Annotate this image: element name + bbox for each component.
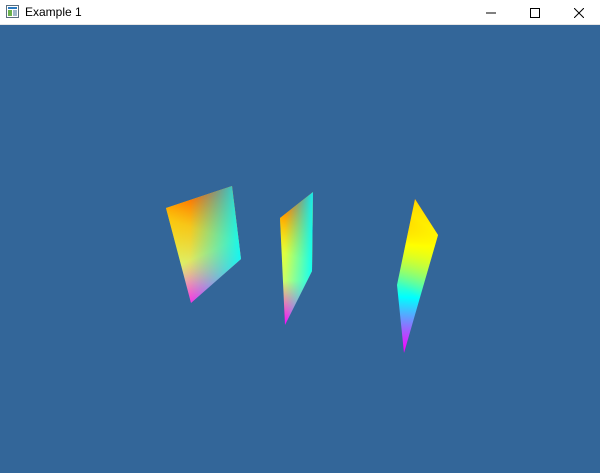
maximize-icon	[530, 7, 540, 18]
minimize-icon	[486, 12, 496, 13]
colored-quad-2	[280, 192, 313, 325]
scene-canvas	[166, 186, 438, 353]
minimize-button[interactable]	[468, 0, 514, 25]
app-window-icon	[6, 5, 19, 18]
close-icon	[574, 7, 584, 18]
colored-quad-1	[166, 186, 241, 303]
window-title: Example 1	[25, 5, 82, 19]
colored-quad-3	[397, 199, 438, 353]
close-button[interactable]	[556, 0, 600, 25]
maximize-button[interactable]	[512, 0, 558, 25]
app-window: Example 1	[0, 0, 600, 473]
title-bar[interactable]: Example 1	[0, 0, 600, 25]
render-viewport[interactable]	[0, 25, 600, 473]
